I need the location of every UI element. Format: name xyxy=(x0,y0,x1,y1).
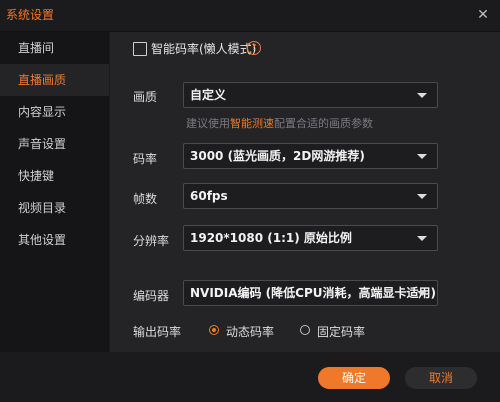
close-icon[interactable]: ✕ xyxy=(474,6,492,24)
encoder-select[interactable]: NVIDIA编码 (降低CPU消耗，高端显卡适用) xyxy=(183,280,438,306)
sidebar: 直播间 直播画质 内容显示 声音设置 快捷键 视频目录 其他设置 xyxy=(0,32,109,352)
chevron-down-icon xyxy=(417,194,427,199)
help-icon[interactable]: ? xyxy=(247,41,261,55)
window-title: 系统设置 xyxy=(6,8,55,22)
speed-test-link[interactable]: 智能测速 xyxy=(230,117,274,130)
sidebar-item-other-settings[interactable]: 其他设置 xyxy=(0,224,109,256)
smart-bitrate-label: 智能码率(懒人模式) xyxy=(151,42,257,56)
fps-select[interactable]: 60fps xyxy=(183,183,438,209)
hint-suffix: 配置合适的画质参数 xyxy=(274,117,373,130)
encoder-value: NVIDIA编码 (降低CPU消耗，高端显卡适用) xyxy=(190,286,437,300)
chevron-down-icon xyxy=(417,93,427,98)
bitrate-select[interactable]: 3000 (蓝光画质，2D网游推荐) xyxy=(183,143,438,169)
quality-label: 画质 xyxy=(133,90,158,104)
cancel-button[interactable]: 取消 xyxy=(405,367,477,389)
chevron-down-icon xyxy=(417,154,427,159)
dynamic-bitrate-label: 动态码率 xyxy=(226,325,275,339)
resolution-value: 1920*1080 (1:1) 原始比例 xyxy=(190,231,352,245)
quality-hint: 建议使用智能测速配置合适的画质参数 xyxy=(186,115,373,131)
fixed-bitrate-label: 固定码率 xyxy=(317,325,366,339)
chevron-down-icon xyxy=(417,236,427,241)
fixed-bitrate-radio[interactable] xyxy=(300,325,310,335)
quality-value: 自定义 xyxy=(190,88,227,102)
sidebar-item-shortcuts[interactable]: 快捷键 xyxy=(0,160,109,192)
hint-prefix: 建议使用 xyxy=(186,117,230,130)
sidebar-item-content-display[interactable]: 内容显示 xyxy=(0,96,109,128)
confirm-button[interactable]: 确定 xyxy=(318,367,390,389)
sidebar-item-live-quality[interactable]: 直播画质 xyxy=(0,64,109,96)
sidebar-item-sound-settings[interactable]: 声音设置 xyxy=(0,128,109,160)
resolution-label: 分辨率 xyxy=(133,234,170,248)
bitrate-value: 3000 (蓝光画质，2D网游推荐) xyxy=(190,149,365,163)
title-bar: 系统设置 ✕ xyxy=(0,0,500,32)
resolution-select[interactable]: 1920*1080 (1:1) 原始比例 xyxy=(183,225,438,251)
fps-label: 帧数 xyxy=(133,192,158,206)
fps-value: 60fps xyxy=(190,189,228,203)
bitrate-label: 码率 xyxy=(133,152,158,166)
sidebar-item-video-directory[interactable]: 视频目录 xyxy=(0,192,109,224)
output-bitrate-label: 输出码率 xyxy=(133,325,182,339)
smart-bitrate-checkbox[interactable] xyxy=(133,42,147,56)
sidebar-item-live-room[interactable]: 直播间 xyxy=(0,32,109,64)
quality-select[interactable]: 自定义 xyxy=(183,82,438,108)
chevron-down-icon xyxy=(417,291,427,296)
dynamic-bitrate-radio[interactable] xyxy=(209,325,219,335)
encoder-label: 编码器 xyxy=(133,289,170,303)
